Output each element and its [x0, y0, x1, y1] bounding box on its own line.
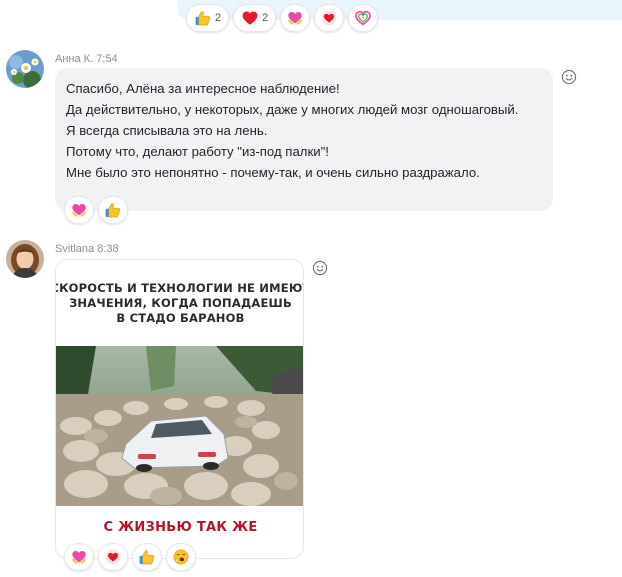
- author-name: Анна К.: [55, 53, 94, 65]
- heart-hands-icon: [286, 9, 304, 27]
- thumbs-up-icon: [194, 9, 212, 27]
- reaction-count: 2: [262, 12, 269, 24]
- message-time: 7:54: [96, 53, 118, 65]
- reaction-heart-bubble[interactable]: [314, 4, 345, 32]
- reaction-yawning-face[interactable]: [166, 543, 196, 571]
- avatar-svitlana[interactable]: [6, 240, 44, 278]
- message-text-line: Я всегда списывала это на лень.: [66, 123, 268, 138]
- message-time: 8:38: [97, 243, 119, 255]
- reaction-heart-bubble[interactable]: [98, 543, 128, 571]
- yawning-face-icon: [172, 548, 190, 566]
- reaction-rainbow-heart[interactable]: [348, 4, 379, 32]
- meme-top-line: ЗНАЧЕНИЯ, КОГДА ПОПАДАЕШЬ: [69, 295, 292, 310]
- reaction-count: 2: [215, 12, 222, 24]
- thumbs-up-icon: [138, 548, 156, 566]
- avatar-anna[interactable]: [6, 50, 44, 88]
- reaction-heart[interactable]: 2: [233, 4, 277, 32]
- reaction-thumbs-up[interactable]: [132, 543, 162, 571]
- meme-photo: [56, 346, 303, 506]
- meme-top-line: В СТАДО БАРАНОВ: [116, 310, 245, 325]
- author-name: Svitlana: [55, 243, 95, 255]
- heart-icon: [241, 9, 259, 27]
- meme-top-line: СКОРОСТЬ И ТЕХНОЛОГИИ НЕ ИМЕЮТ: [55, 280, 304, 295]
- avatar-image: [6, 50, 44, 88]
- message1-reactions: [64, 196, 128, 224]
- reaction-heart-hands[interactable]: [64, 196, 94, 224]
- reaction-heart-hands[interactable]: [64, 543, 94, 571]
- message-text-line: Спасибо, Алёна за интересное наблюдение!: [66, 81, 340, 96]
- message-bubble-anna[interactable]: Спасибо, Алёна за интересное наблюдение!…: [55, 68, 553, 211]
- reaction-thumbs-up[interactable]: 2: [186, 4, 230, 32]
- previous-message-reactions: 2 2: [186, 4, 379, 32]
- message-text-line: Мне было это непонятно - почему-так, и о…: [66, 165, 480, 180]
- heart-bubble-icon: [104, 548, 122, 566]
- add-reaction-smile-icon[interactable]: [312, 260, 328, 276]
- thumbs-up-icon: [104, 201, 122, 219]
- message2-reactions: [64, 543, 196, 571]
- message-text-line: Потому что, делают работу "из-под палки"…: [66, 144, 329, 159]
- message-text-line: Да действительно, у некоторых, даже у мн…: [66, 102, 519, 117]
- message-meta: Анна К. 7:54: [55, 53, 118, 65]
- reaction-heart-hands[interactable]: [280, 4, 311, 32]
- chat-view: 2 2 Анна К. 7:54 Спасибо, Алёна за интер…: [0, 0, 622, 577]
- heart-hands-icon: [70, 201, 88, 219]
- avatar-image: [6, 240, 44, 278]
- add-reaction-smile-icon[interactable]: [561, 69, 577, 85]
- message-meta: Svitlana 8:38: [55, 243, 119, 255]
- meme-bottom-caption: С ЖИЗНЬЮ ТАК ЖЕ: [56, 506, 303, 548]
- reaction-thumbs-up[interactable]: [98, 196, 128, 224]
- meme-top-caption: СКОРОСТЬ И ТЕХНОЛОГИИ НЕ ИМЕЮТ ЗНАЧЕНИЯ,…: [55, 260, 304, 346]
- heart-bubble-icon: [320, 9, 338, 27]
- image-message[interactable]: СКОРОСТЬ И ТЕХНОЛОГИИ НЕ ИМЕЮТ ЗНАЧЕНИЯ,…: [55, 259, 304, 559]
- rainbow-heart-icon: [354, 9, 372, 27]
- heart-hands-icon: [70, 548, 88, 566]
- meme-bottom-text: С ЖИЗНЬЮ ТАК ЖЕ: [103, 519, 258, 535]
